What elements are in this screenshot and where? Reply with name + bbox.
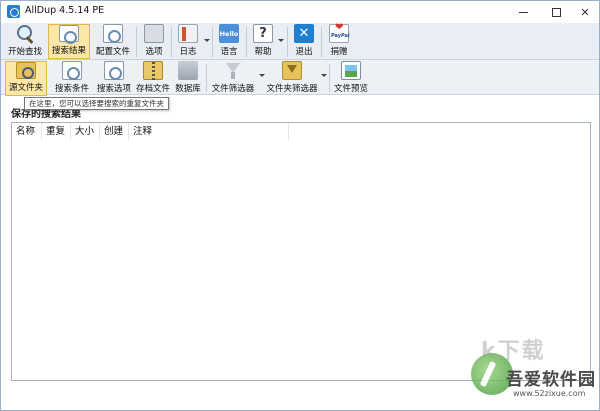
search-results-icon (59, 25, 79, 44)
search-criteria-label: 搜索条件 (54, 84, 89, 94)
archive-button[interactable]: 存档文件 (135, 61, 171, 96)
database-icon (178, 61, 198, 80)
start-search-button[interactable]: 开始查找 (5, 24, 45, 59)
toolbar-separator (246, 27, 247, 57)
maximize-icon (551, 7, 561, 17)
search-criteria-button[interactable]: 搜索条件 (53, 61, 91, 96)
minimize-icon (518, 11, 528, 13)
language-label: 语言 (220, 47, 238, 57)
source-folder-label: 源文件夹 (8, 83, 43, 93)
search-results-label: 搜索结果 (51, 46, 86, 56)
exit-icon: ✕ (294, 24, 314, 43)
folder-filter-label: 文件夹筛选器 (266, 84, 318, 94)
file-filter-label: 文件筛选器 (211, 84, 255, 94)
source-folder-icon (16, 62, 36, 79)
search-options-label: 搜索选项 (96, 84, 131, 94)
language-button[interactable]: Hello 语言 (216, 24, 242, 59)
log-icon (178, 24, 198, 43)
search-options-icon (104, 61, 124, 80)
search-results-button[interactable]: 搜索结果 (48, 24, 90, 59)
app-window: AllDup 4.5.14 PE ✕ 开始查找 搜索结果 配置文件 选项 日志 (0, 0, 600, 411)
log-button[interactable]: 日志 (175, 24, 201, 59)
archive-label: 存档文件 (135, 84, 170, 94)
source-folder-button[interactable]: 源文件夹 (5, 61, 47, 96)
toolbar-separator (136, 27, 137, 57)
start-search-label: 开始查找 (7, 47, 42, 57)
file-preview-button[interactable]: 文件预览 (333, 61, 369, 96)
profile-icon (103, 24, 123, 43)
folder-filter-dropdown-icon[interactable] (321, 74, 327, 77)
toolbar-separator (287, 27, 288, 57)
file-filter-icon (223, 61, 243, 80)
toolbar-separator (171, 27, 172, 57)
main-toolbar: 开始查找 搜索结果 配置文件 选项 日志 Hello 语言 ? 帮助 ✕ 退出 … (1, 22, 599, 60)
donate-label: 捐赠 (330, 47, 348, 57)
exit-button[interactable]: ✕ 退出 (291, 24, 317, 59)
file-preview-icon (341, 61, 361, 80)
column-header-duplicates[interactable]: 重复 (42, 123, 71, 140)
options-icon (144, 24, 164, 43)
toolbar-separator (321, 27, 322, 57)
close-button[interactable]: ✕ (566, 1, 600, 23)
exit-label: 退出 (295, 47, 313, 57)
archive-icon (143, 61, 163, 80)
column-header-name[interactable]: 名称 (12, 123, 42, 140)
language-icon: Hello (219, 24, 239, 43)
help-icon: ? (253, 24, 273, 43)
search-icon (15, 24, 35, 43)
app-logo-icon (7, 5, 20, 18)
help-label: 帮助 (254, 47, 272, 57)
profiles-button[interactable]: 配置文件 (93, 24, 133, 59)
options-button[interactable]: 选项 (140, 24, 168, 59)
file-preview-label: 文件预览 (333, 84, 368, 94)
database-button[interactable]: 数据库 (174, 61, 202, 96)
profiles-label: 配置文件 (95, 47, 130, 57)
window-title: AllDup 4.5.14 PE (25, 5, 105, 16)
toolbar-separator (329, 64, 330, 92)
options-label: 选项 (145, 47, 163, 57)
file-filter-button[interactable]: 文件筛选器 (210, 61, 256, 96)
source-folder-tooltip: 在这里，您可以选择要搜索的重复文件夹 (24, 97, 169, 110)
search-toolbar: 源文件夹 搜索条件 搜索选项 存档文件 数据库 文件筛选器 文件夹筛选器 文件预… (1, 60, 599, 96)
search-options-button[interactable]: 搜索选项 (94, 61, 134, 96)
search-criteria-icon (62, 61, 82, 80)
column-header-size[interactable]: 大小 (71, 123, 100, 140)
help-dropdown-icon[interactable] (278, 39, 284, 42)
help-button[interactable]: ? 帮助 (250, 24, 276, 59)
watermark-brand: 吾爱软件园 (506, 370, 596, 390)
log-dropdown-icon[interactable] (204, 39, 210, 42)
folder-filter-icon (282, 61, 302, 80)
column-header-note[interactable]: 注释 (129, 123, 289, 140)
toolbar-separator (212, 27, 213, 57)
donate-icon (329, 22, 350, 43)
watermark-url: www.52zixue.com (513, 389, 586, 398)
toolbar-separator (206, 64, 207, 92)
donate-button[interactable]: 捐赠 (325, 22, 353, 59)
close-icon: ✕ (580, 5, 590, 19)
title-bar: AllDup 4.5.14 PE ✕ (1, 1, 599, 23)
column-header-created[interactable]: 创建 (100, 123, 129, 140)
database-label: 数据库 (175, 84, 201, 94)
folder-filter-button[interactable]: 文件夹筛选器 (265, 61, 319, 96)
log-label: 日志 (179, 47, 197, 57)
